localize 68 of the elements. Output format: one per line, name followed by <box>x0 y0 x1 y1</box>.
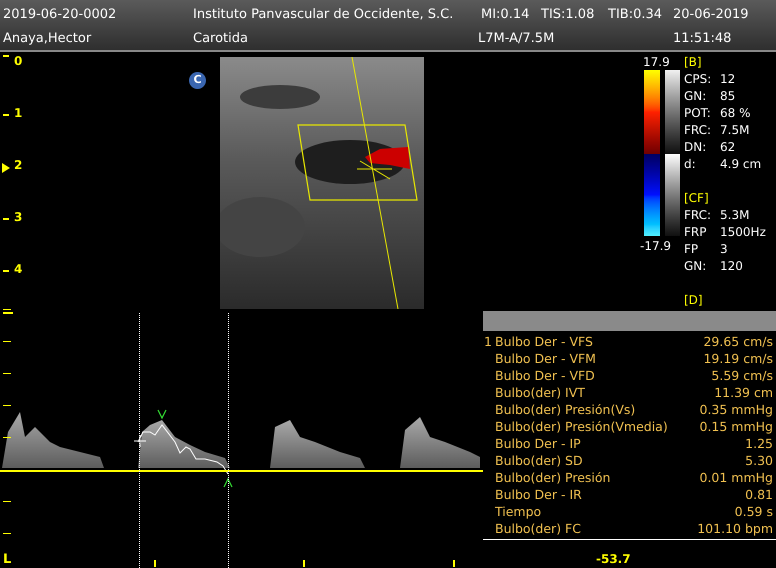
parameter-value: 12 <box>720 73 736 85</box>
measurement-label: Bulbo Der - VFS <box>495 336 593 348</box>
velocity-scale-label: -53.7 <box>596 553 631 565</box>
measurement-label: Bulbo Der - VFD <box>495 370 595 382</box>
depth-label: 2 <box>14 159 22 171</box>
measurement-value: 0.15 mmHg <box>700 421 773 434</box>
parameter-label: GN: <box>684 260 706 272</box>
measurement-value: 29.65 cm/s <box>703 336 773 348</box>
exam-id: 2019-06-20-0002 <box>3 6 116 24</box>
depth-label: 1 <box>14 107 22 119</box>
section-heading: [CF] <box>684 192 709 204</box>
measurement-value: 101.10 bpm <box>697 523 773 536</box>
parameter-label: FP <box>684 243 698 255</box>
measurement-label: Bulbo(der) IVT <box>495 387 585 400</box>
patient-name: Anaya,Hector <box>3 30 92 48</box>
measurement-label: Bulbo Der - VFM <box>495 353 596 366</box>
measurement-label: Bulbo(der) Presión(Vs) <box>495 404 636 416</box>
parameter-value: 4.9 cm <box>720 158 762 170</box>
depth-label: 0 <box>14 55 22 67</box>
measurement-value: 0.81 <box>745 489 773 502</box>
parameter-label: d: <box>684 158 696 170</box>
institution-name: Instituto Panvascular de Occidente, S.C. <box>193 6 454 24</box>
depth-label: 3 <box>14 211 22 223</box>
scale-max-label: 17.9 <box>643 56 670 68</box>
section-heading: [D] <box>684 294 703 306</box>
measurement-value: 5.59 cm/s <box>711 370 773 382</box>
parameter-label: CPS: <box>684 73 712 85</box>
measurement-label: Bulbo Der - IP <box>495 438 581 450</box>
tib-value: TIB:0.34 <box>608 6 662 24</box>
measurement-label: Bulbo(der) Presión <box>495 472 610 484</box>
scale-min-label: -17.9 <box>640 240 672 252</box>
parameter-value: 68 % <box>720 107 750 119</box>
exam-date: 20-06-2019 <box>673 6 749 24</box>
parameter-label: FRC: <box>684 209 712 221</box>
measurement-value: 5.30 <box>745 455 773 468</box>
exam-time: 11:51:48 <box>673 30 732 48</box>
baseline-label: L <box>3 553 12 566</box>
measurement-value: 19.19 cm/s <box>703 353 773 366</box>
parameter-label: POT: <box>684 107 711 119</box>
measurement-label: Bulbo Der - IR <box>495 489 582 502</box>
parameter-label: GN: <box>684 90 706 102</box>
parameter-value: 120 <box>720 260 743 272</box>
measurement-label: Bulbo(der) SD <box>495 455 583 468</box>
measurement-value: 11.39 cm <box>714 387 773 400</box>
mi-value: MI:0.14 <box>481 6 530 24</box>
measurement-label: Bulbo(der) FC <box>495 523 581 536</box>
probe-name: L7M-A/7.5M <box>478 30 554 48</box>
section-heading: [B] <box>684 56 702 68</box>
parameter-value: 5.3M <box>720 209 750 221</box>
parameter-value: 85 <box>720 90 736 102</box>
measurement-value: 0.59 s <box>734 506 773 518</box>
mode-badge: C <box>189 72 206 89</box>
parameter-value: 7.5M <box>720 124 750 136</box>
parameter-label: FRP <box>684 226 706 238</box>
parameter-value: 3 <box>720 243 728 255</box>
parameter-label: DN: <box>684 141 706 153</box>
measurement-value: 0.01 mmHg <box>700 472 773 484</box>
measurement-label: Bulbo(der) Presión(Vmedia) <box>495 421 668 434</box>
depth-label: 4 <box>14 263 22 275</box>
measurement-label: Tiempo <box>495 506 542 518</box>
parameter-value: 62 <box>720 141 736 153</box>
measurement-value: 1.25 <box>745 438 773 450</box>
measurement-value: 0.35 mmHg <box>700 404 773 416</box>
parameter-value: 1500Hz <box>720 226 766 238</box>
exam-type: Carotida <box>193 30 248 48</box>
parameter-label: FRC: <box>684 124 712 136</box>
tis-value: TIS:1.08 <box>541 6 594 24</box>
measurement-index: 1 <box>484 336 492 348</box>
